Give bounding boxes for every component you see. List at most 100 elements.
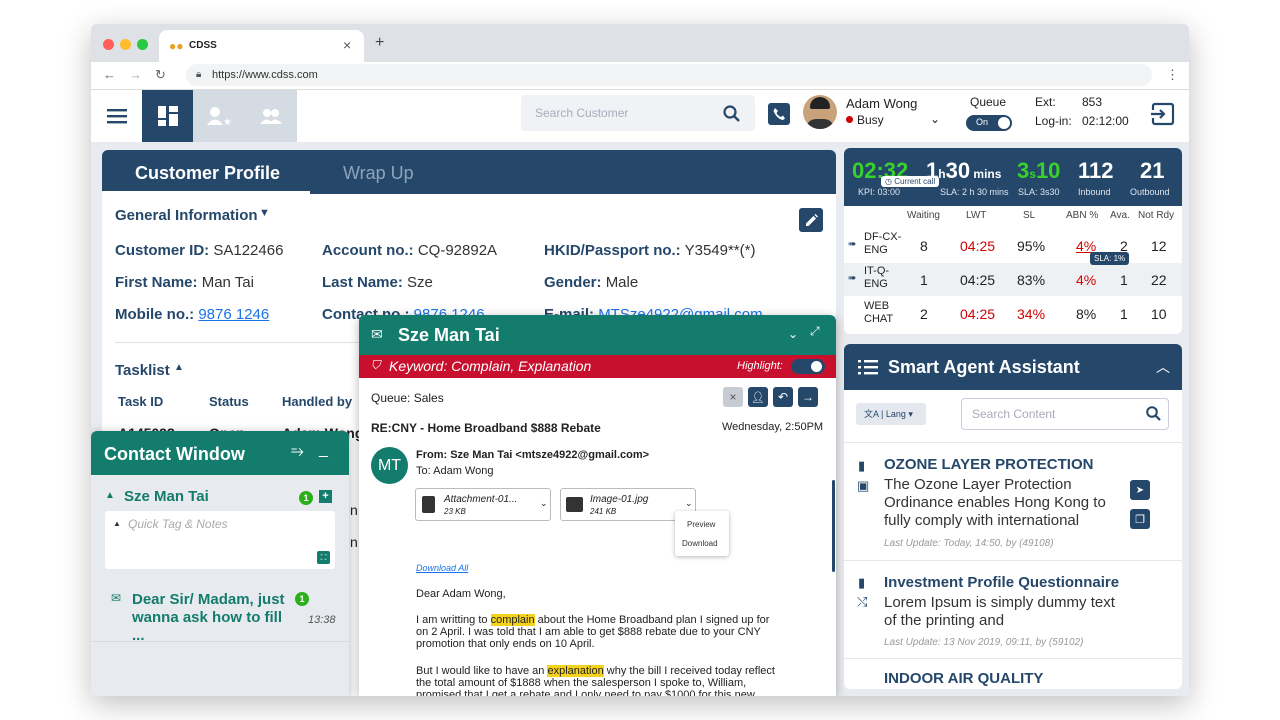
pin-icon[interactable]: ➠ [848, 273, 856, 284]
column-not-ready: Not Rdy [1138, 210, 1175, 221]
attachment-file[interactable]: Attachment-01... 23 KB ⌄ [415, 488, 551, 521]
article-card[interactable]: ▮ ⤭ Investment Profile Questionnaire Lor… [844, 562, 1182, 677]
inbound-label: Inbound [1078, 187, 1111, 197]
stats-header: 02:32 KPI: 03:00 ◷ Current call 1h30 min… [844, 148, 1182, 206]
expand-icon[interactable]: ⛶ [317, 551, 330, 564]
expand-icon[interactable]: ⤢ [810, 324, 820, 339]
contact-name[interactable]: Sze Man Tai [124, 488, 209, 505]
close-icon[interactable]: × [723, 387, 743, 407]
keyword-highlight: explanation [547, 665, 604, 677]
tab-customer-profile[interactable]: Customer Profile [102, 150, 310, 194]
inbound-count: 112 [1078, 158, 1114, 183]
smart-agent-assistant-panel: Smart Agent Assistant ︿ 文A | Lang ▾ Sear… [844, 344, 1182, 689]
article-title[interactable]: INDOOR AIR QUALITY [884, 670, 1043, 687]
copy-icon[interactable]: ❐ [1130, 509, 1150, 529]
sender-avatar: MT [371, 447, 408, 484]
lwt-cell: 04:25 [960, 272, 996, 288]
message-preview[interactable]: Dear Sir/ Madam, just wanna ask how to f… [132, 591, 292, 645]
close-window-button[interactable] [103, 39, 114, 50]
assistant-header: Smart Agent Assistant ︿ [844, 344, 1182, 390]
reload-icon[interactable]: ↻ [155, 67, 166, 83]
language-dropdown[interactable]: 文A | Lang ▾ [856, 403, 926, 425]
status-chevron-down-icon[interactable]: ⌄ [930, 112, 940, 126]
minimize-icon[interactable]: _ [319, 441, 328, 459]
mobile-link[interactable]: 9876 1246 [198, 306, 269, 323]
general-information-title[interactable]: General Information [115, 207, 258, 224]
article-card[interactable]: ▮ ▣ OZONE LAYER PROTECTION The Ozone Lay… [844, 444, 1182, 560]
column-abn: ABN % [1066, 210, 1099, 221]
queue-toggle[interactable]: On [966, 115, 1012, 131]
minimize-chevron-icon[interactable]: ⌄ [788, 327, 798, 341]
contact-card-icon[interactable]: 👤︎ [748, 387, 768, 407]
divider [844, 442, 1182, 443]
queue-name: DF-CX-ENG [864, 231, 902, 256]
column-status[interactable]: Status [209, 394, 249, 409]
edit-pencil-icon[interactable] [799, 208, 823, 232]
menu-download[interactable]: Download [682, 539, 718, 548]
add-icon[interactable]: + [319, 490, 332, 503]
reply-icon[interactable]: ↶ [773, 387, 793, 407]
search-customer-input[interactable]: Search Customer [521, 95, 755, 131]
chevron-down-icon[interactable]: ⌄ [685, 498, 693, 509]
forward-icon[interactable]: → [129, 67, 142, 82]
queue-row[interactable]: ➠ IT-Q-ENG 1 04:25 83% 4% 1 22 [844, 263, 1182, 296]
tab-wrap-up[interactable]: Wrap Up [310, 150, 430, 194]
browser-menu-icon[interactable]: ⋮ [1166, 67, 1179, 83]
quick-tag-notes-field[interactable]: ▲ Quick Tag & Notes ⛶ [105, 511, 335, 569]
article-title[interactable]: Investment Profile Questionnaire [884, 574, 1119, 591]
email-scrollbar[interactable] [832, 480, 835, 572]
team-icon[interactable] [244, 90, 297, 142]
url-text: https://www.cdss.com [212, 69, 318, 81]
dashboard-icon[interactable] [142, 90, 193, 142]
email-from: From: Sze Man Tai <mtsze4922@gmail.com> [416, 449, 650, 461]
search-icon[interactable] [723, 105, 741, 123]
translate-icon: 文A [864, 409, 879, 419]
contact-window-header: Contact Window ⥱ _ [91, 431, 349, 475]
phone-icon[interactable] [768, 103, 790, 125]
close-tab-icon[interactable]: × [343, 37, 351, 53]
address-field[interactable]: 🔒︎ https://www.cdss.com [186, 64, 1152, 86]
tasklist-collapse-icon[interactable]: ▲ [174, 362, 184, 373]
article-title[interactable]: OZONE LAYER PROTECTION [884, 456, 1093, 473]
tab-title: CDSS [189, 40, 217, 51]
column-task-id[interactable]: Task ID [118, 394, 163, 409]
wrap-text-icon[interactable]: ⥱ [291, 443, 304, 461]
attachment-size: 23 KB [444, 507, 466, 516]
logout-icon[interactable] [1151, 102, 1175, 126]
gender-field: Gender: Male [544, 274, 639, 291]
section-chevron-down-icon[interactable]: ▼ [259, 207, 270, 219]
lang-label: Lang [885, 409, 906, 419]
column-sl: SL [1023, 210, 1036, 221]
hamburger-menu-icon[interactable] [91, 90, 142, 142]
highlight-toggle[interactable] [791, 359, 825, 374]
pin-icon[interactable]: ➠ [848, 239, 856, 250]
collapse-chevron-up-icon[interactable]: ︿ [1156, 357, 1170, 377]
new-tab-icon[interactable]: + [375, 34, 384, 52]
download-all-link[interactable]: Download All [416, 563, 468, 573]
bookmark-icon[interactable]: ▮ [858, 458, 865, 474]
ext-value: 853 [1082, 95, 1103, 109]
bookmark-icon[interactable]: ▮ [858, 575, 865, 591]
menu-preview[interactable]: Preview [687, 520, 715, 529]
column-handled-by[interactable]: Handled by [282, 394, 352, 409]
customer-profile-tabs: Customer Profile Wrap Up [102, 150, 836, 194]
search-icon[interactable] [1146, 406, 1162, 422]
agent-favorites-icon[interactable]: ★ [193, 90, 244, 142]
browser-tab[interactable]: ●● CDSS × [159, 30, 364, 62]
login-label: Log-in: [1035, 114, 1072, 128]
collapse-triangle-icon[interactable]: ▲ [105, 490, 115, 501]
email-date: Wednesday, 2:50PM [722, 421, 824, 433]
queue-row[interactable]: ➠ DF-CX-ENG 8 04:25 95% 4% 2 12 [844, 229, 1182, 262]
forward-icon[interactable]: → [798, 387, 818, 407]
minimize-window-button[interactable] [120, 39, 131, 50]
tasklist-title[interactable]: Tasklist [115, 362, 170, 379]
search-content-input[interactable]: Search Content [961, 398, 1169, 430]
article-meta: Last Update: 13 Nov 2019, 09:11, by (591… [884, 637, 1084, 648]
queue-row[interactable]: WEB CHAT 2 04:25 34% 8% 1 10 [844, 297, 1182, 330]
chevron-down-icon[interactable]: ⌄ [540, 498, 548, 509]
send-icon[interactable]: ➤ [1130, 480, 1150, 500]
cdss-logo-icon: ●● [169, 39, 184, 53]
maximize-window-button[interactable] [137, 39, 148, 50]
back-icon[interactable]: ← [103, 67, 116, 82]
abn-cell: 8% [1076, 306, 1097, 322]
